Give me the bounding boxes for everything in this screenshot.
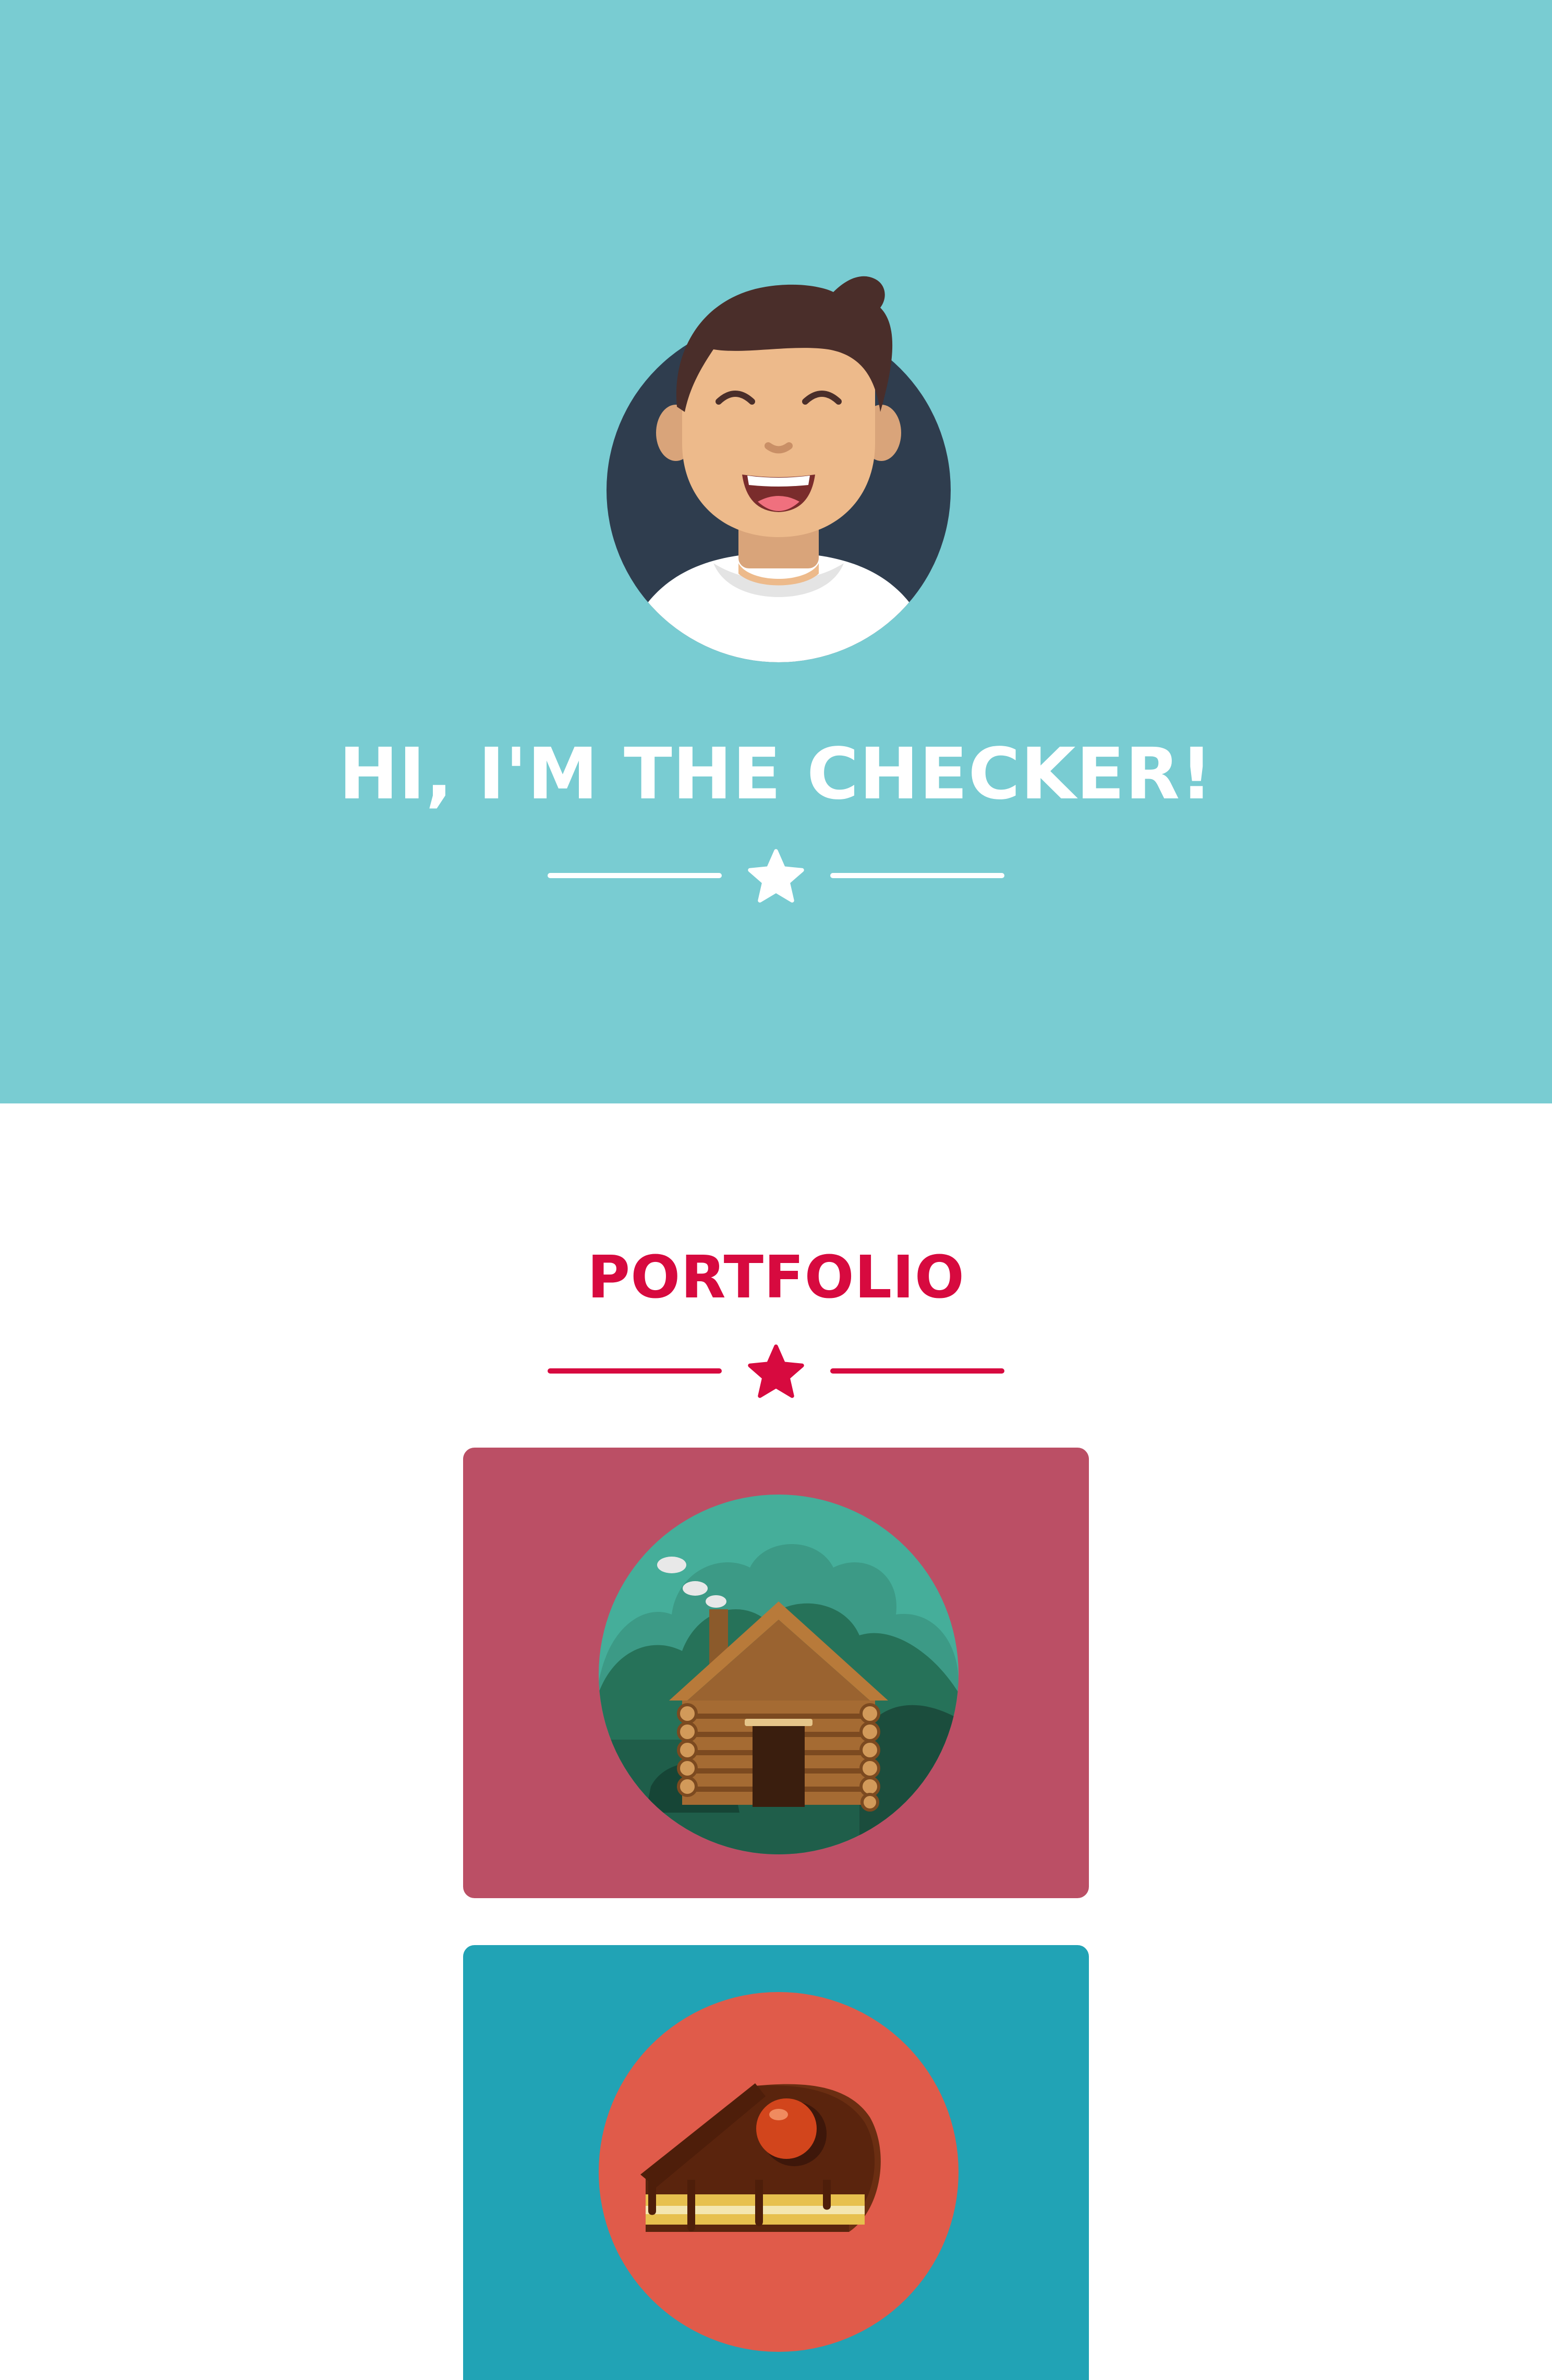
star-icon: [748, 1344, 804, 1398]
log-cabin-icon: [599, 1495, 959, 1854]
portfolio-divider: [548, 1341, 1004, 1404]
divider-line: [548, 1368, 722, 1374]
portfolio-title: PORTFOLIO: [587, 1244, 965, 1312]
cake-slice-icon: [599, 1992, 959, 2352]
hero-title: HI, I'M THE CHECKER!: [338, 733, 1214, 816]
star-icon: [748, 849, 804, 903]
avatar-icon: [607, 276, 951, 662]
divider-line: [830, 1368, 1004, 1374]
portfolio-item-cake[interactable]: [463, 1945, 1089, 2380]
divider-line: [830, 873, 1004, 878]
portfolio-item-cabin[interactable]: [463, 1448, 1089, 1898]
divider-line: [548, 873, 722, 878]
page: HI, I'M THE CHECKER! PORTFOLIO: [0, 0, 1552, 2380]
masthead: HI, I'M THE CHECKER!: [0, 0, 1552, 1103]
hero-divider: [548, 846, 1004, 908]
